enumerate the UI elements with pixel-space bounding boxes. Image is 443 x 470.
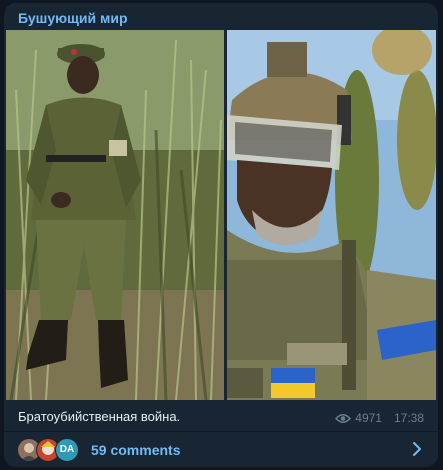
post-time: 17:38 [393,411,424,425]
post-meta: 4971 17:38 [335,411,424,425]
commenter-avatars: DA [17,437,81,462]
photo-left[interactable] [6,30,224,400]
view-count: 4971 [355,411,382,425]
photo-right[interactable] [227,30,436,400]
avatar: DA [55,437,79,462]
comments-count[interactable]: 59 comments [91,442,180,458]
channel-name[interactable]: Бушующий мир [18,10,128,26]
eye-icon [335,413,352,424]
chevron-right-icon[interactable] [412,442,422,456]
channel-post: Бушующий мир Братоубийственная война. 49… [4,3,438,467]
post-caption: Братоубийственная война. [18,409,181,424]
comments-bar[interactable]: DA 59 comments [4,432,438,467]
